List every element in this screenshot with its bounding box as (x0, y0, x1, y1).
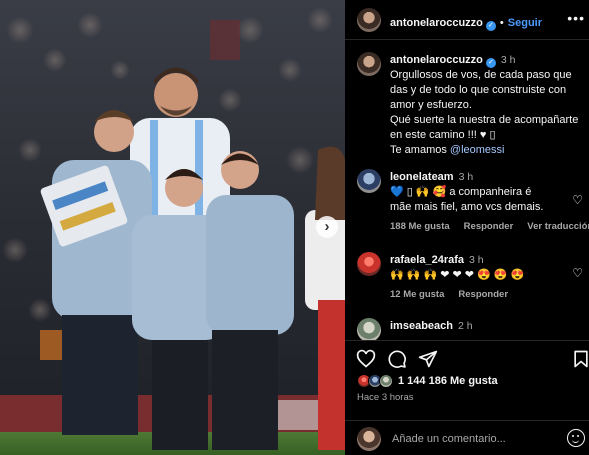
comment-item: imseabeach 2 h (345, 318, 589, 340)
like-comment-icon[interactable]: ♡ (572, 193, 583, 207)
send-icon[interactable] (418, 349, 438, 369)
mention-link[interactable]: @leomessi (450, 144, 505, 156)
caption-line: Qué suerte la nuestra de acompañarte (390, 114, 579, 126)
comment-text: 💙 ▯ 🙌 🥰 a companheira é (390, 186, 532, 198)
commenter-username[interactable]: rafaela_24rafa (390, 254, 464, 266)
reply-button[interactable]: Responder (464, 221, 514, 232)
comment-time[interactable]: 3 h (459, 171, 474, 183)
comment-input[interactable]: Añade un comentario... (392, 433, 506, 445)
caption-body: antonelaroccuzzo ✓ 3 h Orgullosos de vos, … (390, 53, 580, 158)
caption-time[interactable]: 3 h (501, 54, 516, 66)
bookmark-icon[interactable] (571, 349, 589, 369)
commenter-username[interactable]: leonelateam (390, 171, 454, 183)
liker-avatar (379, 374, 393, 388)
author-line: antonelaroccuzzo ✓ • Seguir (390, 13, 542, 31)
author-username[interactable]: antonelaroccuzzo (390, 17, 483, 29)
comment-text: mãe mais fiel, amo vcs demais. (390, 201, 544, 213)
verified-badge-icon: ✓ (485, 21, 496, 31)
reply-button[interactable]: Responder (458, 289, 508, 300)
comment-icon[interactable] (387, 349, 407, 369)
commenter-avatar[interactable] (357, 169, 381, 193)
post-header: antonelaroccuzzo ✓ • Seguir ••• (345, 0, 589, 40)
comment-body: imseabeach 2 h (390, 319, 560, 334)
comment-text: 🙌 🙌 🙌 ❤ ❤ ❤ 😍 😍 😍 (390, 269, 525, 281)
commenter-avatar[interactable] (357, 318, 381, 340)
verified-badge-icon: ✓ (485, 58, 496, 68)
like-comment-icon[interactable]: ♡ (572, 266, 583, 280)
translate-button[interactable]: Ver traducción (527, 221, 589, 232)
emoji-icon[interactable] (567, 429, 585, 447)
post-photo[interactable]: › (0, 0, 345, 455)
caption-line: en este camino !!! ♥ ▯ (390, 129, 496, 141)
caption-line: amor y esfuerzo. (390, 99, 472, 111)
commenter-username[interactable]: imseabeach (390, 320, 453, 332)
heart-icon[interactable] (356, 349, 376, 369)
comment-time[interactable]: 3 h (469, 254, 484, 266)
caption-line: Orgullosos de vos, de cada paso que (390, 69, 572, 81)
caption-closing: Te amamos (390, 144, 447, 156)
comment-item: rafaela_24rafa 3 h 🙌 🙌 🙌 ❤ ❤ ❤ 😍 😍 😍 12 M… (345, 252, 589, 307)
add-comment-bar: Añade un comentario... (345, 420, 589, 455)
caption: antonelaroccuzzo ✓ 3 h Orgullosos de vos, … (345, 52, 589, 162)
follow-button[interactable]: Seguir (508, 17, 542, 29)
caption-line: das y de todo lo que construiste con (390, 84, 567, 96)
comment-time[interactable]: 2 h (458, 320, 473, 332)
post-image (0, 0, 345, 455)
separator-dot: • (499, 17, 504, 29)
comment-body: leonelateam 3 h 💙 ▯ 🙌 🥰 a companheira é m… (390, 170, 589, 232)
author-avatar[interactable] (357, 8, 381, 32)
comment-body: rafaela_24rafa 3 h 🙌 🙌 🙌 ❤ ❤ ❤ 😍 😍 😍 12 M… (390, 253, 560, 300)
caption-username[interactable]: antonelaroccuzzo (390, 54, 483, 66)
comment-item: leonelateam 3 h 💙 ▯ 🙌 🥰 a companheira é m… (345, 169, 589, 239)
commenter-avatar[interactable] (357, 252, 381, 276)
next-photo-button[interactable]: › (316, 216, 338, 238)
comment-likes[interactable]: 188 Me gusta (390, 221, 450, 232)
likes-row: 1 144 186 Me gusta (345, 372, 589, 390)
likes-count[interactable]: 1 144 186 Me gusta (398, 375, 498, 387)
caption-avatar[interactable] (357, 52, 381, 76)
posted-time[interactable]: Hace 3 horas (345, 392, 589, 403)
post-detail-panel: antonelaroccuzzo ✓ • Seguir ••• antonelaroc… (345, 0, 589, 455)
more-options-icon[interactable]: ••• (567, 10, 585, 26)
current-user-avatar (357, 427, 381, 451)
comment-likes[interactable]: 12 Me gusta (390, 289, 444, 300)
